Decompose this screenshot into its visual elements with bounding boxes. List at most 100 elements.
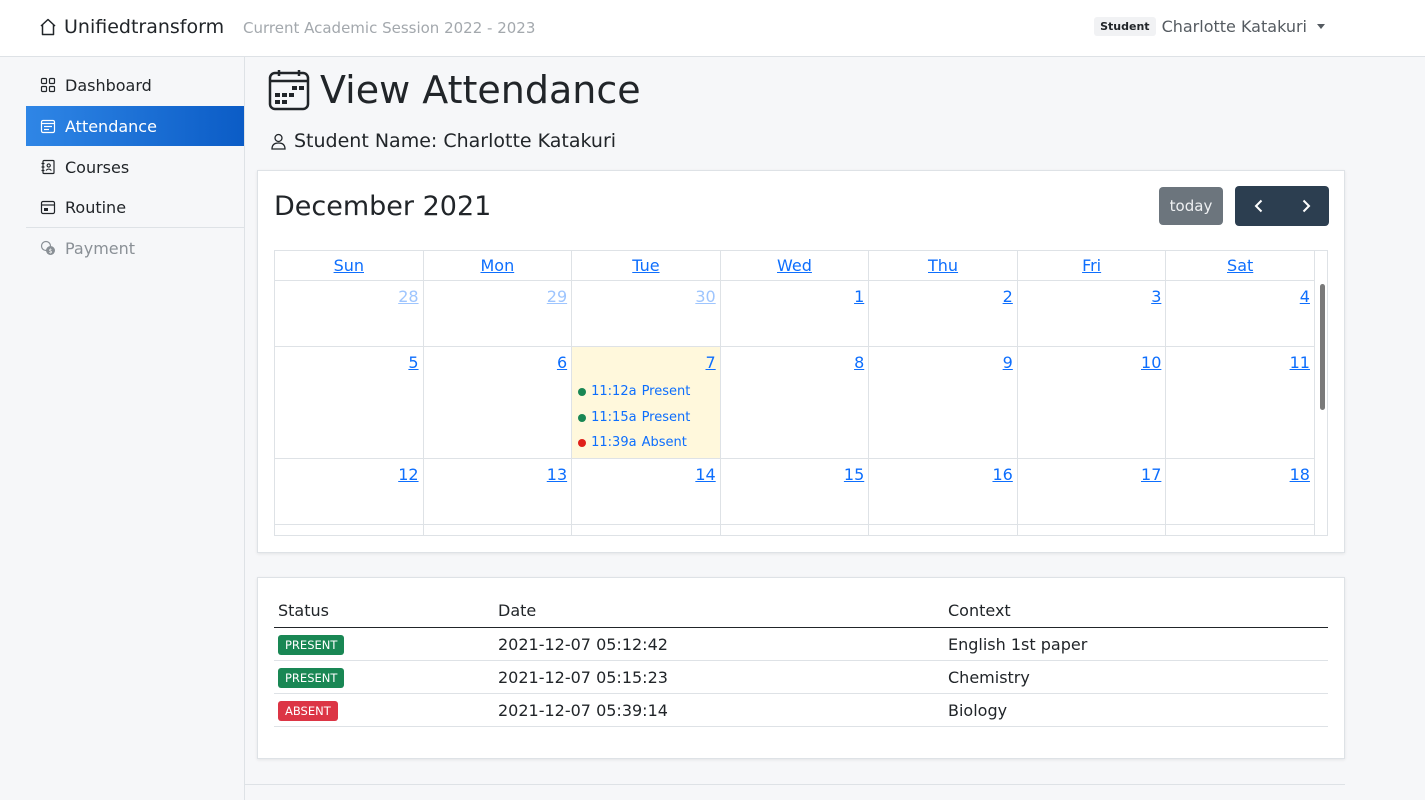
day-number[interactable]: 10: [1141, 353, 1161, 372]
day-cell[interactable]: 11: [1166, 347, 1315, 458]
event-title: Present: [641, 410, 691, 425]
day-cell[interactable]: 8: [721, 347, 870, 458]
table-header-row: Status Date Context: [274, 598, 1328, 628]
day-cell[interactable]: 2: [869, 281, 1018, 346]
brand-link[interactable]: Unifiedtransform: [38, 16, 224, 38]
sidebar-item-courses[interactable]: Courses: [26, 147, 244, 187]
weekday-link[interactable]: Fri: [1082, 256, 1101, 275]
weekday-cell: Fri: [1018, 251, 1167, 280]
calendar-check-icon: [40, 119, 56, 134]
day-cell[interactable]: 30: [572, 281, 721, 346]
day-number[interactable]: 17: [1141, 465, 1161, 484]
event-dot: [578, 438, 587, 447]
prev-month-button[interactable]: [1235, 186, 1282, 226]
day-cell-today[interactable]: 7 11:12a Present 11:15a Present 11:39a A…: [572, 347, 721, 458]
calendar-event[interactable]: 11:15a Present: [578, 410, 690, 425]
day-number[interactable]: 6: [557, 353, 567, 372]
day-cell[interactable]: 18: [1166, 459, 1315, 524]
day-number[interactable]: 3: [1151, 287, 1161, 306]
day-number[interactable]: 9: [1003, 353, 1013, 372]
event-time: 11:39a: [591, 435, 637, 450]
brand-name: Unifiedtransform: [64, 16, 225, 38]
role-badge: Student: [1094, 17, 1156, 36]
day-cell[interactable]: 5: [275, 347, 424, 458]
day-cell[interactable]: [424, 525, 573, 535]
day-cell[interactable]: 12: [275, 459, 424, 524]
day-cell[interactable]: 14: [572, 459, 721, 524]
house-icon: [40, 18, 56, 36]
day-number[interactable]: 1: [854, 287, 864, 306]
calendar-event[interactable]: 11:39a Absent: [578, 435, 687, 450]
calendar-grid: Sun Mon Tue Wed Thu Fri Sat 28 29 30 1 2…: [274, 250, 1328, 536]
grid-icon: [40, 77, 56, 93]
day-cell[interactable]: 28: [275, 281, 424, 346]
table-row: ABSENT 2021-12-07 05:39:14 Biology: [274, 693, 1328, 727]
sidebar-item-dashboard[interactable]: Dashboard: [26, 65, 244, 105]
day-number[interactable]: 4: [1300, 287, 1310, 306]
coins-icon: $: [40, 240, 55, 255]
day-cell[interactable]: 9: [869, 347, 1018, 458]
weekday-link[interactable]: Wed: [777, 256, 812, 275]
person-icon: [271, 133, 286, 150]
day-number[interactable]: 8: [854, 353, 864, 372]
day-cell[interactable]: 17: [1018, 459, 1167, 524]
event-dot: [578, 413, 587, 422]
day-cell[interactable]: [721, 525, 870, 535]
calendar-event[interactable]: 11:12a Present: [578, 384, 690, 399]
day-cell[interactable]: 4: [1166, 281, 1315, 346]
day-number[interactable]: 5: [408, 353, 418, 372]
calendar-week-icon: [268, 70, 310, 111]
sidebar-item-routine[interactable]: Routine: [26, 187, 244, 227]
day-cell[interactable]: 3: [1018, 281, 1167, 346]
day-number[interactable]: 30: [695, 287, 715, 306]
day-number[interactable]: 2: [1003, 287, 1013, 306]
academic-session: Current Academic Session 2022 - 2023: [243, 19, 536, 37]
footer-divider: [245, 784, 1345, 785]
date-cell: 2021-12-07 05:39:14: [494, 693, 944, 727]
sidebar-item-attendance[interactable]: Attendance: [26, 106, 244, 146]
day-cell[interactable]: [1018, 525, 1167, 535]
calendar-scrollbar[interactable]: [1320, 284, 1325, 410]
day-cell[interactable]: 6: [424, 347, 573, 458]
sidebar-item-label: Attendance: [65, 116, 157, 136]
user-dropdown[interactable]: Student Charlotte Katakuri: [1094, 17, 1325, 36]
event-time: 11:15a: [591, 410, 637, 425]
sidebar-item-payment[interactable]: $ Payment: [26, 228, 244, 268]
day-number[interactable]: 13: [547, 465, 567, 484]
day-cell[interactable]: [572, 525, 721, 535]
day-cell[interactable]: [275, 525, 424, 535]
day-cell[interactable]: 13: [424, 459, 573, 524]
next-month-button[interactable]: [1282, 186, 1329, 226]
page-title: View Attendance: [268, 68, 641, 112]
weekday-cell: Sat: [1166, 251, 1315, 280]
top-navbar: Unifiedtransform Current Academic Sessio…: [0, 0, 1425, 57]
day-number[interactable]: 11: [1290, 353, 1310, 372]
date-cell: 2021-12-07 05:15:23: [494, 660, 944, 694]
calendar-nav-group: [1235, 186, 1329, 226]
day-number[interactable]: 12: [398, 465, 418, 484]
day-number[interactable]: 7: [706, 353, 716, 372]
day-number[interactable]: 15: [844, 465, 864, 484]
day-number[interactable]: 16: [992, 465, 1012, 484]
day-cell[interactable]: 29: [424, 281, 573, 346]
day-cell[interactable]: [1166, 525, 1315, 535]
event-title: Absent: [641, 435, 687, 450]
weekday-link[interactable]: Tue: [632, 256, 659, 275]
event-title: Present: [641, 384, 691, 399]
weekday-link[interactable]: Sun: [334, 256, 364, 275]
day-cell[interactable]: 15: [721, 459, 870, 524]
weekday-link[interactable]: Mon: [480, 256, 514, 275]
event-dot: [578, 387, 587, 396]
weekday-link[interactable]: Sat: [1227, 256, 1253, 275]
day-number[interactable]: 29: [547, 287, 567, 306]
day-number[interactable]: 14: [695, 465, 715, 484]
svg-text:$: $: [49, 248, 53, 255]
day-cell[interactable]: 10: [1018, 347, 1167, 458]
day-cell[interactable]: [869, 525, 1018, 535]
today-button[interactable]: today: [1159, 187, 1223, 225]
day-cell[interactable]: 16: [869, 459, 1018, 524]
day-number[interactable]: 28: [398, 287, 418, 306]
day-cell[interactable]: 1: [721, 281, 870, 346]
weekday-link[interactable]: Thu: [928, 256, 958, 275]
day-number[interactable]: 18: [1290, 465, 1310, 484]
